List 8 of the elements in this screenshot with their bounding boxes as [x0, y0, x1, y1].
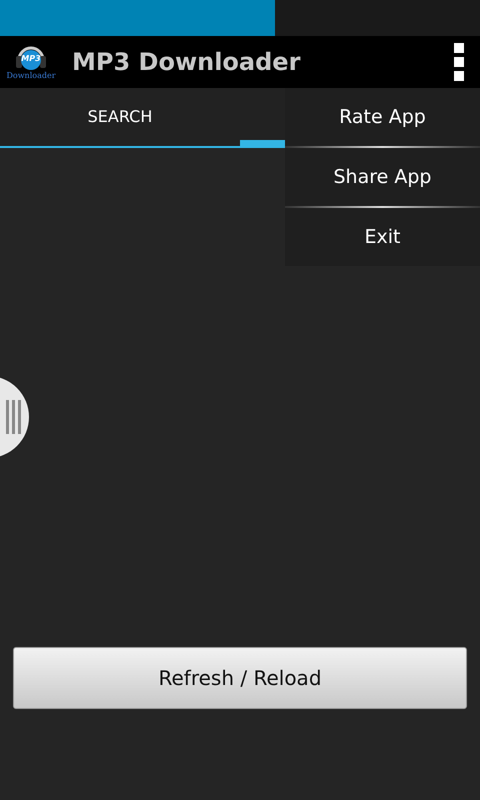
tab-indicator-thumb — [240, 140, 285, 148]
menu-item[interactable]: Share App — [285, 148, 480, 206]
refresh-button[interactable]: Refresh / Reload — [13, 647, 467, 709]
menu-item[interactable]: Exit — [285, 208, 480, 266]
app-title: MP3 Downloader — [72, 47, 300, 78]
tab[interactable]: SEARCH — [0, 88, 240, 146]
overflow-menu-button[interactable] — [454, 41, 464, 83]
menu-item[interactable]: Rate App — [285, 88, 480, 146]
